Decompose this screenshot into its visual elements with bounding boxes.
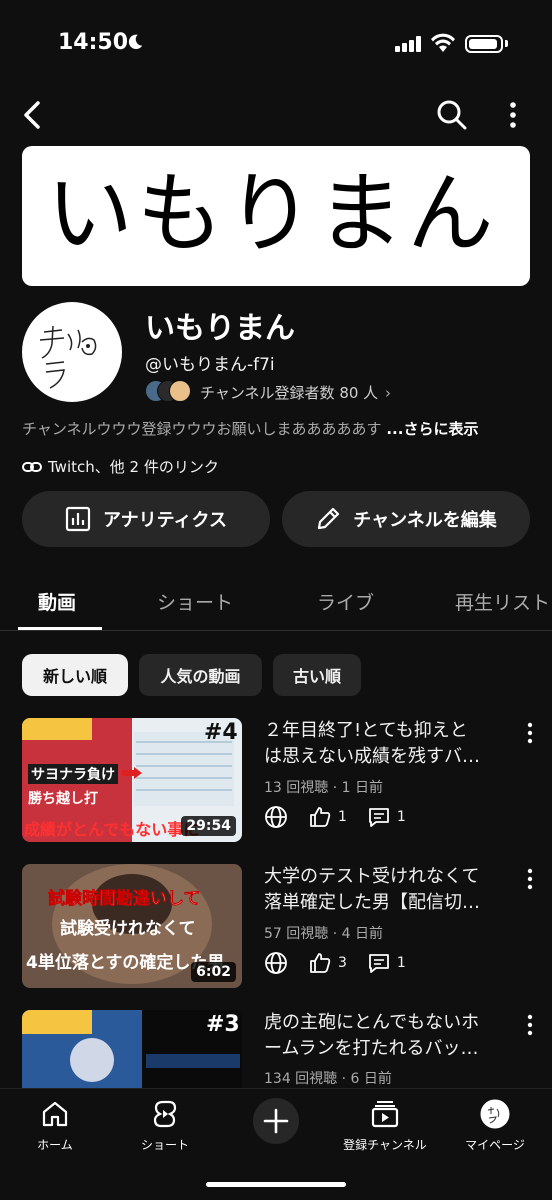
chip-newest[interactable]: 新しい順 [22, 654, 128, 696]
like-count: 1 [338, 809, 347, 825]
chip-oldest[interactable]: 古い順 [273, 654, 361, 696]
link-icon [22, 461, 42, 472]
comment-count: 1 [396, 955, 406, 971]
chip-popular[interactable]: 人気の動画 [139, 654, 262, 696]
banner-handwritten-text: いもりまん [46, 162, 498, 265]
video-title[interactable]: ２年目終了!とても抑えと は思えない成績を残すバ… [264, 718, 514, 770]
edit-channel-label: チャンネルを編集 [353, 510, 497, 531]
video-title-line: は思えない成績を残すバ… [264, 746, 480, 767]
chevron-right-icon: › [384, 384, 391, 402]
nav-label: ショート [140, 1138, 189, 1152]
video-thumbnail[interactable]: #4 サヨナラ負け 勝ち越し打 成績がとんでもない事に 29:54 [22, 718, 242, 842]
nav-label: マイページ [465, 1138, 525, 1152]
video-meta: 134 回視聴 · 6 日前 [264, 1071, 392, 1087]
thumbnail-caption-a: 試験時間勘違いして [48, 889, 201, 910]
shorts-icon [153, 1100, 177, 1128]
wifi-icon [431, 33, 455, 52]
video-meta: 13 回視聴 · 1 日前 [264, 780, 383, 796]
video-duration: 29:54 [181, 816, 236, 836]
video-thumbnail[interactable]: #3 [22, 1010, 242, 1088]
analytics-icon [65, 506, 91, 532]
search-icon[interactable] [436, 99, 468, 131]
subscriber-avatars[interactable] [145, 380, 195, 404]
comment-count: 1 [396, 809, 406, 825]
more-vert-icon[interactable] [503, 100, 523, 130]
video-title[interactable]: 虎の主砲にとんでもないホ ームランを打たれるバッ… [264, 1010, 514, 1062]
edit-channel-button[interactable]: チャンネルを編集 [282, 491, 530, 547]
more-vert-icon[interactable] [526, 1014, 534, 1036]
tab-live[interactable]: ライブ [317, 588, 374, 615]
subscriptions-icon [371, 1101, 399, 1128]
description-text: チャンネルウウウ登録ウウウお願いしまあああああす [22, 420, 382, 438]
nav-shorts[interactable]: ショート [110, 1099, 220, 1153]
thumbnail-caption-c: 成績がとんでもない事に [24, 820, 200, 839]
video-title-line: 大学のテスト受けれなくて [264, 866, 480, 887]
nav-subscriptions[interactable]: 登録チャンネル [330, 1099, 440, 1153]
comment-icon [369, 808, 389, 827]
nav-home[interactable]: ホーム [0, 1099, 110, 1153]
tab-shorts[interactable]: ショート [157, 588, 233, 615]
home-indicator [206, 1182, 346, 1187]
profile-avatar [480, 1099, 510, 1129]
battery-tip [505, 40, 508, 47]
globe-icon [265, 952, 287, 974]
analytics-label: アナリティクス [102, 510, 228, 531]
thumb-up-icon [310, 953, 331, 973]
video-thumbnail[interactable]: 試験時間勘違いして 試験受けれなくて 4単位落とすの確定した男 6:02 [22, 864, 242, 988]
nav-label: 登録チャンネル [343, 1138, 427, 1152]
tab-playlists[interactable]: 再生リスト [455, 588, 550, 615]
channel-tabs: 動画 ショート ライブ 再生リスト [0, 570, 552, 631]
nav-label: ホーム [37, 1138, 73, 1152]
like-count: 3 [338, 955, 347, 971]
home-icon [42, 1101, 68, 1127]
create-plus-icon [253, 1098, 299, 1144]
subscriber-count-text: チャンネル登録者数 80 人 [200, 384, 379, 402]
nav-my-page[interactable]: マイページ [440, 1099, 550, 1153]
links-text: Twitch、他 2 件のリンク [48, 458, 219, 476]
thumbnail-caption-b: 勝ち越し打 [28, 791, 98, 807]
video-title-line: 虎の主砲にとんでもないホ [264, 1012, 480, 1033]
video-meta: 57 回視聴 · 4 日前 [264, 926, 383, 942]
battery-icon [465, 35, 503, 53]
channel-handle: @いもりまん-f7i [145, 355, 275, 375]
channel-links[interactable]: Twitch、他 2 件のリンク [22, 456, 219, 477]
pencil-icon [318, 507, 340, 530]
active-tab-indicator [18, 627, 102, 630]
video-duration: 6:02 [191, 962, 236, 982]
thumb-up-icon [310, 807, 331, 827]
channel-name: いもりまん [145, 311, 295, 346]
subscriber-count[interactable]: チャンネル登録者数 80 人 › [200, 382, 391, 403]
tab-videos[interactable]: 動画 [38, 588, 76, 615]
thumbnail-caption-b: 試験受けれなくて [60, 919, 196, 939]
analytics-button[interactable]: アナリティクス [22, 491, 270, 547]
status-time: 14:50 [58, 30, 129, 55]
cellular-signal-icon [395, 36, 421, 52]
video-title-line: 落単確定した男【配信切… [264, 892, 480, 913]
show-more-link[interactable]: ...さらに表示 [386, 420, 478, 438]
channel-banner: いもりまん [22, 146, 530, 286]
channel-description[interactable]: チャンネルウウウ登録ウウウお願いしまあああああす ...さらに表示 [22, 418, 478, 439]
thumbnail-episode: #4 [204, 720, 238, 745]
thumbnail-caption-a: サヨナラ負け [28, 764, 118, 784]
subscriber-avatar [169, 380, 191, 402]
channel-avatar[interactable] [22, 302, 122, 402]
video-title-line: ームランを打たれるバッ… [264, 1038, 479, 1059]
avatar-scribble [39, 325, 97, 389]
more-vert-icon[interactable] [526, 868, 534, 890]
video-stats: 3 1 [264, 951, 406, 975]
video-title[interactable]: 大学のテスト受けれなくて 落単確定した男【配信切… [264, 864, 514, 916]
more-vert-icon[interactable] [526, 722, 534, 744]
comment-icon [369, 954, 389, 973]
back-arrow-icon[interactable] [20, 100, 46, 130]
video-stats: 1 1 [264, 805, 406, 829]
globe-icon [265, 806, 287, 828]
video-title-line: ２年目終了!とても抑えと [264, 720, 468, 741]
thumbnail-episode: #3 [206, 1012, 240, 1037]
moon-icon [128, 34, 143, 50]
nav-create[interactable] [221, 1097, 331, 1148]
